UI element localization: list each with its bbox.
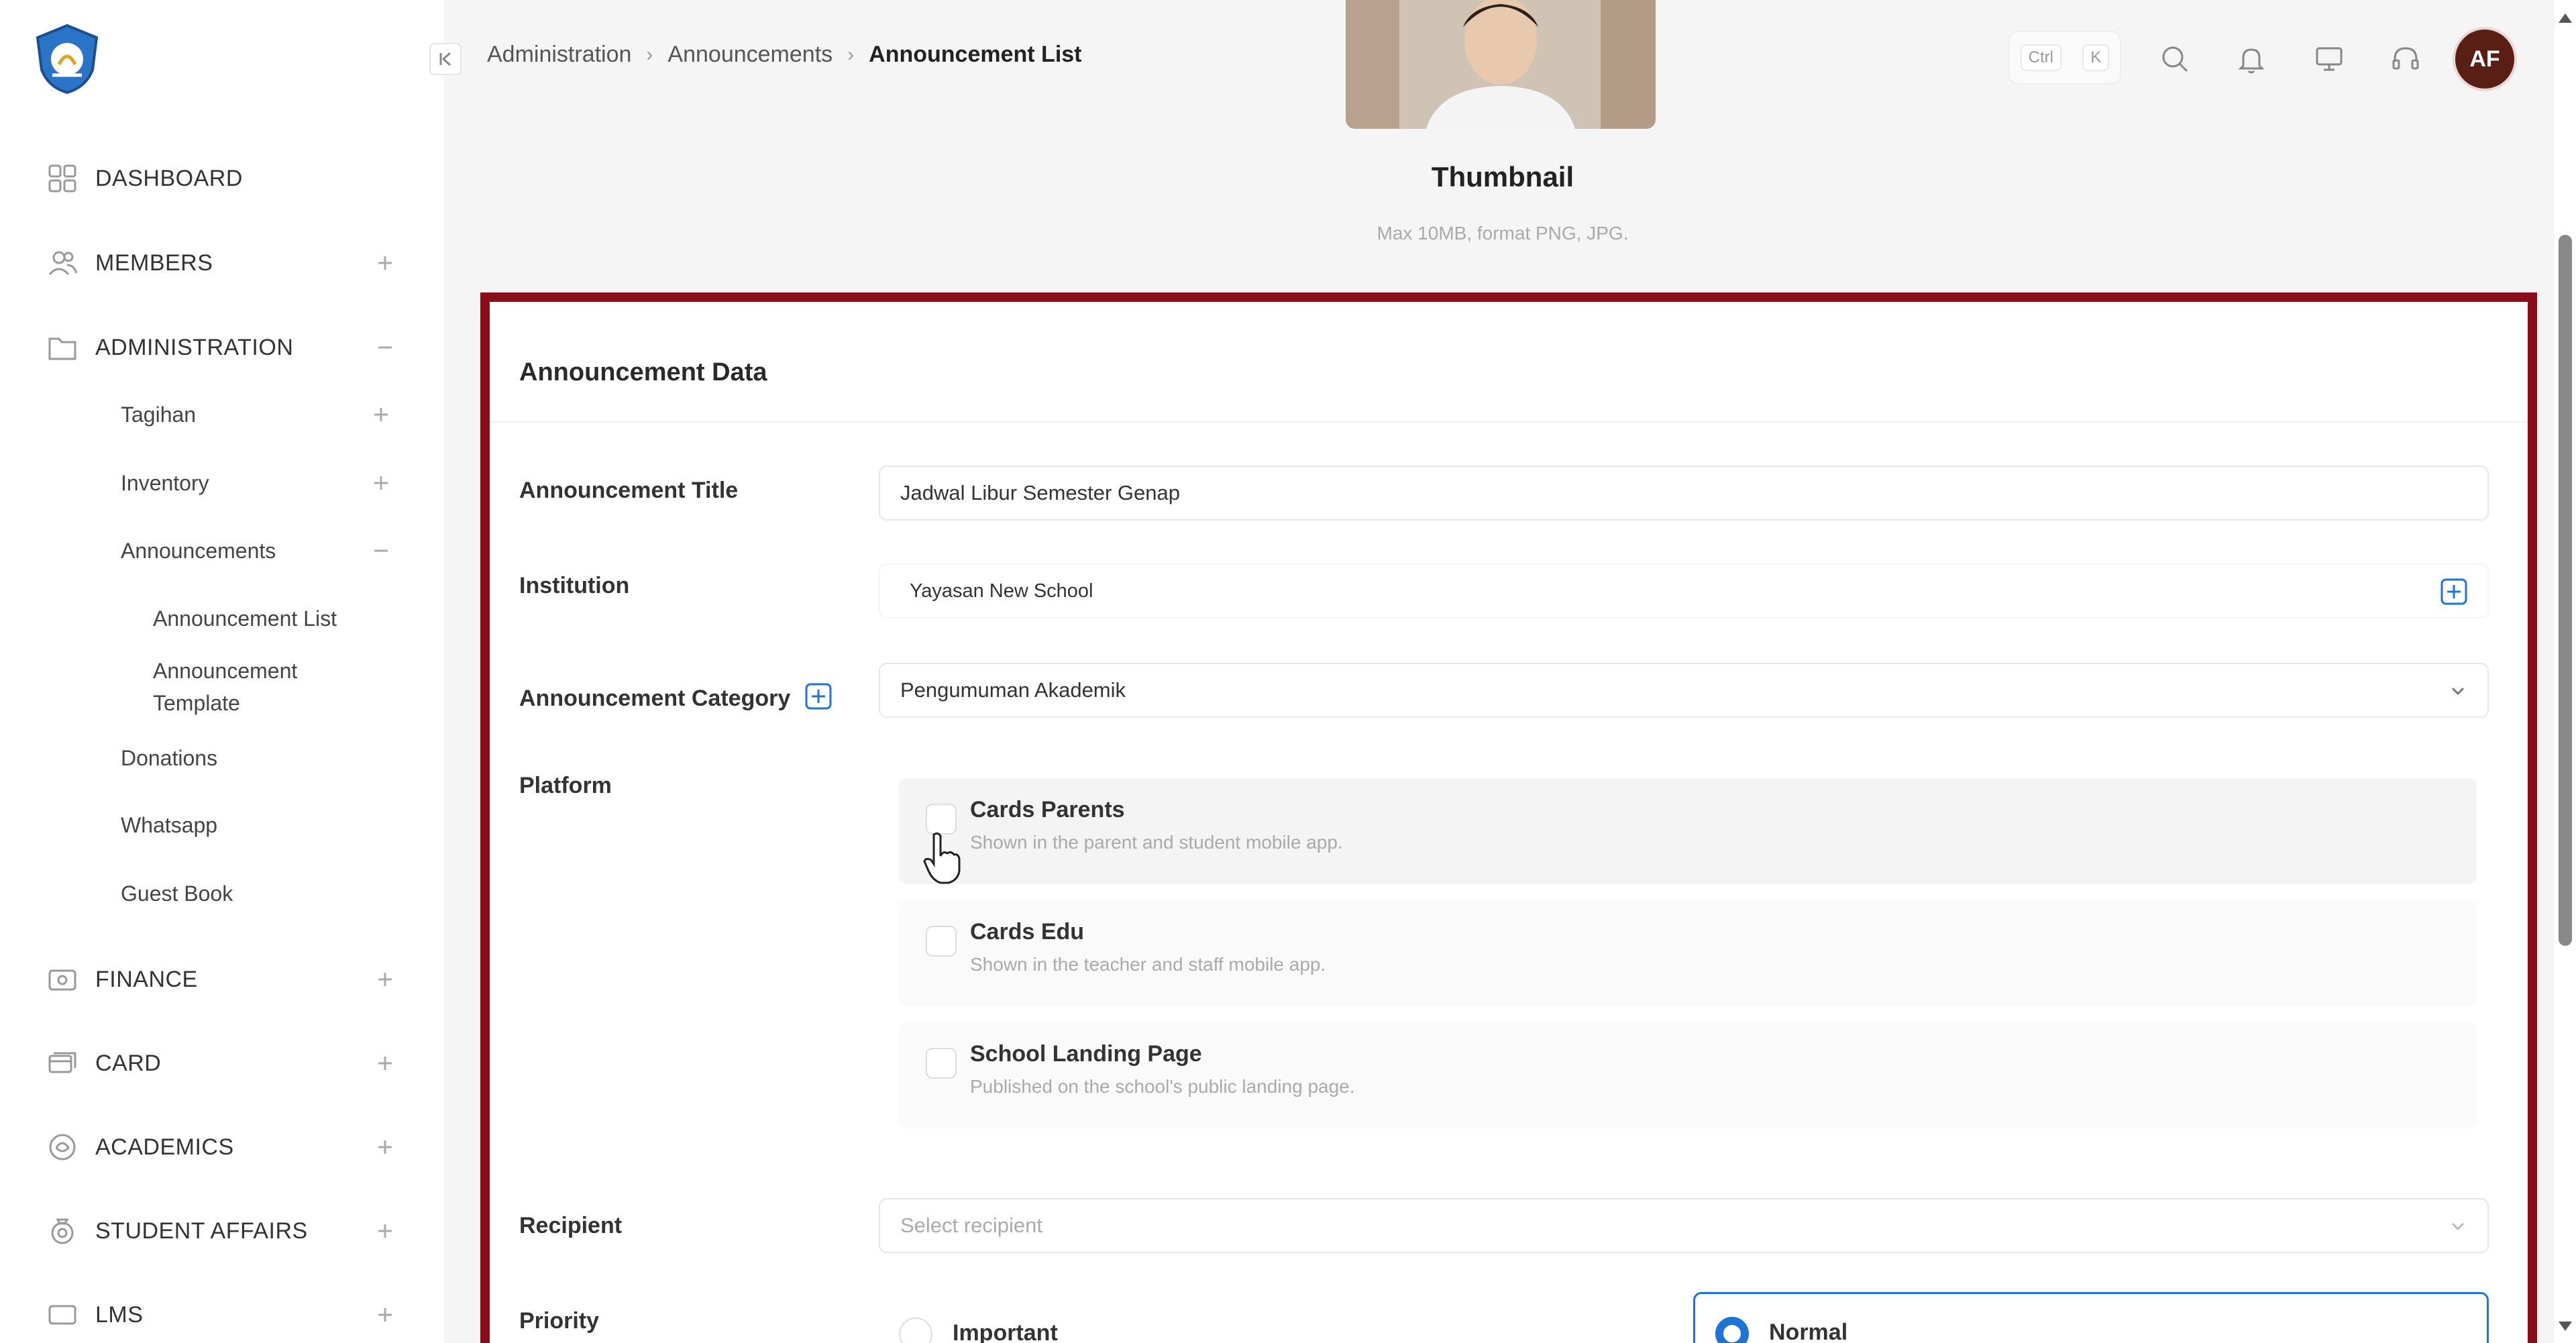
add-institution-icon[interactable] [2439, 577, 2469, 606]
checkbox[interactable] [926, 926, 957, 957]
platform-option-school-landing-page[interactable]: School Landing Page Published on the sch… [899, 1022, 2477, 1128]
platform-option-cards-parents[interactable]: Cards Parents Shown in the parent and st… [899, 778, 2477, 884]
expand-plus-icon[interactable] [370, 965, 400, 994]
sidebar-item-inventory[interactable]: Inventory [121, 464, 402, 502]
user-avatar[interactable]: AF [2455, 30, 2514, 89]
person-photo-icon [1346, 0, 1656, 129]
headset-icon[interactable] [2388, 42, 2423, 76]
priority-label: Priority [519, 1308, 600, 1334]
expand-plus-icon[interactable] [370, 1300, 400, 1330]
student-icon [51, 1218, 74, 1244]
bell-icon[interactable] [2234, 42, 2269, 76]
radio-button[interactable] [899, 1318, 932, 1343]
wallet-icon [48, 969, 76, 991]
nav-members[interactable]: MEMBERS [47, 243, 396, 283]
nav-administration[interactable]: ADMINISTRATION [47, 327, 396, 368]
expand-plus-icon[interactable] [370, 1132, 400, 1162]
panel-header: Announcement Data [490, 302, 2528, 423]
lms-icon [48, 1305, 76, 1325]
institution-label: Institution [519, 573, 630, 598]
nav-finance[interactable]: FINANCE [47, 959, 396, 1000]
chevron-right-icon: › [646, 43, 653, 66]
category-select[interactable]: Pengumuman Akademik [879, 663, 2489, 718]
sidebar-item-announcement-list[interactable]: Announcement List [153, 602, 394, 635]
thumbnail-title: Thumbnail [1431, 161, 1574, 193]
sidebar-item-tagihan[interactable]: Tagihan [121, 396, 402, 433]
scroll-down-arrow-icon[interactable] [2557, 1320, 2573, 1334]
nav-label: DASHBOARD [95, 165, 243, 191]
breadcrumb-administration[interactable]: Administration [487, 42, 631, 68]
thumbnail-image[interactable] [1346, 0, 1656, 129]
collapse-sidebar-button[interactable] [429, 43, 462, 75]
grid-icon [48, 164, 76, 193]
sidebar-item-announcements[interactable]: Announcements [121, 532, 402, 570]
collapse-minus-icon[interactable] [370, 333, 400, 362]
sidebar-item-announcement-template[interactable]: Announcement Template [153, 655, 354, 719]
institution-field[interactable]: Yayasan New School [879, 563, 2489, 619]
chevron-down-icon [2451, 1222, 2465, 1231]
school-logo-icon[interactable] [32, 23, 102, 95]
expand-plus-icon[interactable] [366, 400, 396, 429]
search-shortcut[interactable]: Ctrl K [2008, 31, 2121, 85]
title-label: Announcement Title [519, 478, 739, 503]
chevron-down-icon [2451, 687, 2465, 696]
recipient-label: Recipient [519, 1213, 623, 1238]
breadcrumb: Administration › Announcements › Announc… [487, 42, 1082, 68]
scroll-thumb[interactable] [2559, 235, 2572, 946]
card-icon [48, 1052, 76, 1073]
nav-student-affairs[interactable]: STUDENT AFFAIRS [47, 1211, 396, 1251]
academic-icon [49, 1134, 76, 1161]
nav-label: ADMINISTRATION [95, 334, 294, 360]
folder-icon [48, 337, 76, 360]
platform-label: Platform [519, 773, 612, 798]
expand-plus-icon[interactable] [366, 468, 396, 498]
collapse-minus-icon[interactable] [366, 536, 396, 566]
announcement-title-input[interactable]: Jadwal Libur Semester Genap [879, 466, 2489, 521]
platform-option-cards-edu[interactable]: Cards Edu Shown in the teacher and staff… [899, 900, 2477, 1006]
sidebar-item-donations[interactable]: Donations [121, 739, 402, 777]
collapse-left-icon [439, 52, 451, 66]
users-icon [48, 251, 78, 276]
platform-options: Cards Parents Shown in the parent and st… [899, 778, 2477, 1167]
monitor-icon[interactable] [2312, 42, 2347, 76]
nav-academics[interactable]: ACADEMICS [47, 1127, 396, 1167]
announcement-data-panel: Announcement Data Announcement Title Jad… [480, 292, 2537, 1343]
priority-option-normal[interactable]: Normal [1693, 1292, 2489, 1343]
thumbnail-hint: Max 10MB, format PNG, JPG. [1377, 223, 1629, 244]
nav-card[interactable]: CARD [47, 1043, 396, 1083]
expand-plus-icon[interactable] [370, 1216, 400, 1246]
priority-option-important[interactable]: Important [879, 1295, 1674, 1343]
search-icon[interactable] [2157, 42, 2192, 76]
expand-plus-icon[interactable] [370, 248, 400, 278]
expand-plus-icon[interactable] [370, 1049, 400, 1078]
add-category-icon[interactable] [804, 682, 833, 711]
nav-dashboard[interactable]: DASHBOARD [47, 158, 396, 199]
chevron-right-icon: › [847, 43, 855, 66]
radio-button-selected[interactable] [1715, 1317, 1749, 1343]
sidebar-item-guest-book[interactable]: Guest Book [121, 875, 402, 912]
breadcrumb-current: Announcement List [869, 42, 1082, 67]
breadcrumb-announcements[interactable]: Announcements [667, 42, 833, 68]
nav-label: MEMBERS [95, 250, 213, 276]
section-title: Announcement Data [519, 358, 767, 386]
category-label: Announcement Category [519, 686, 791, 711]
scroll-up-arrow-icon[interactable] [2557, 11, 2573, 24]
sidebar-item-whatsapp[interactable]: Whatsapp [121, 806, 402, 844]
recipient-select[interactable]: Select recipient [879, 1198, 2489, 1253]
nav-lms[interactable]: LMS [47, 1295, 396, 1335]
checkbox[interactable] [926, 1048, 957, 1079]
hand-cursor-icon [923, 832, 961, 884]
sidebar: DASHBOARD MEMBERS ADMINISTRATION Tagihan… [0, 0, 444, 1343]
